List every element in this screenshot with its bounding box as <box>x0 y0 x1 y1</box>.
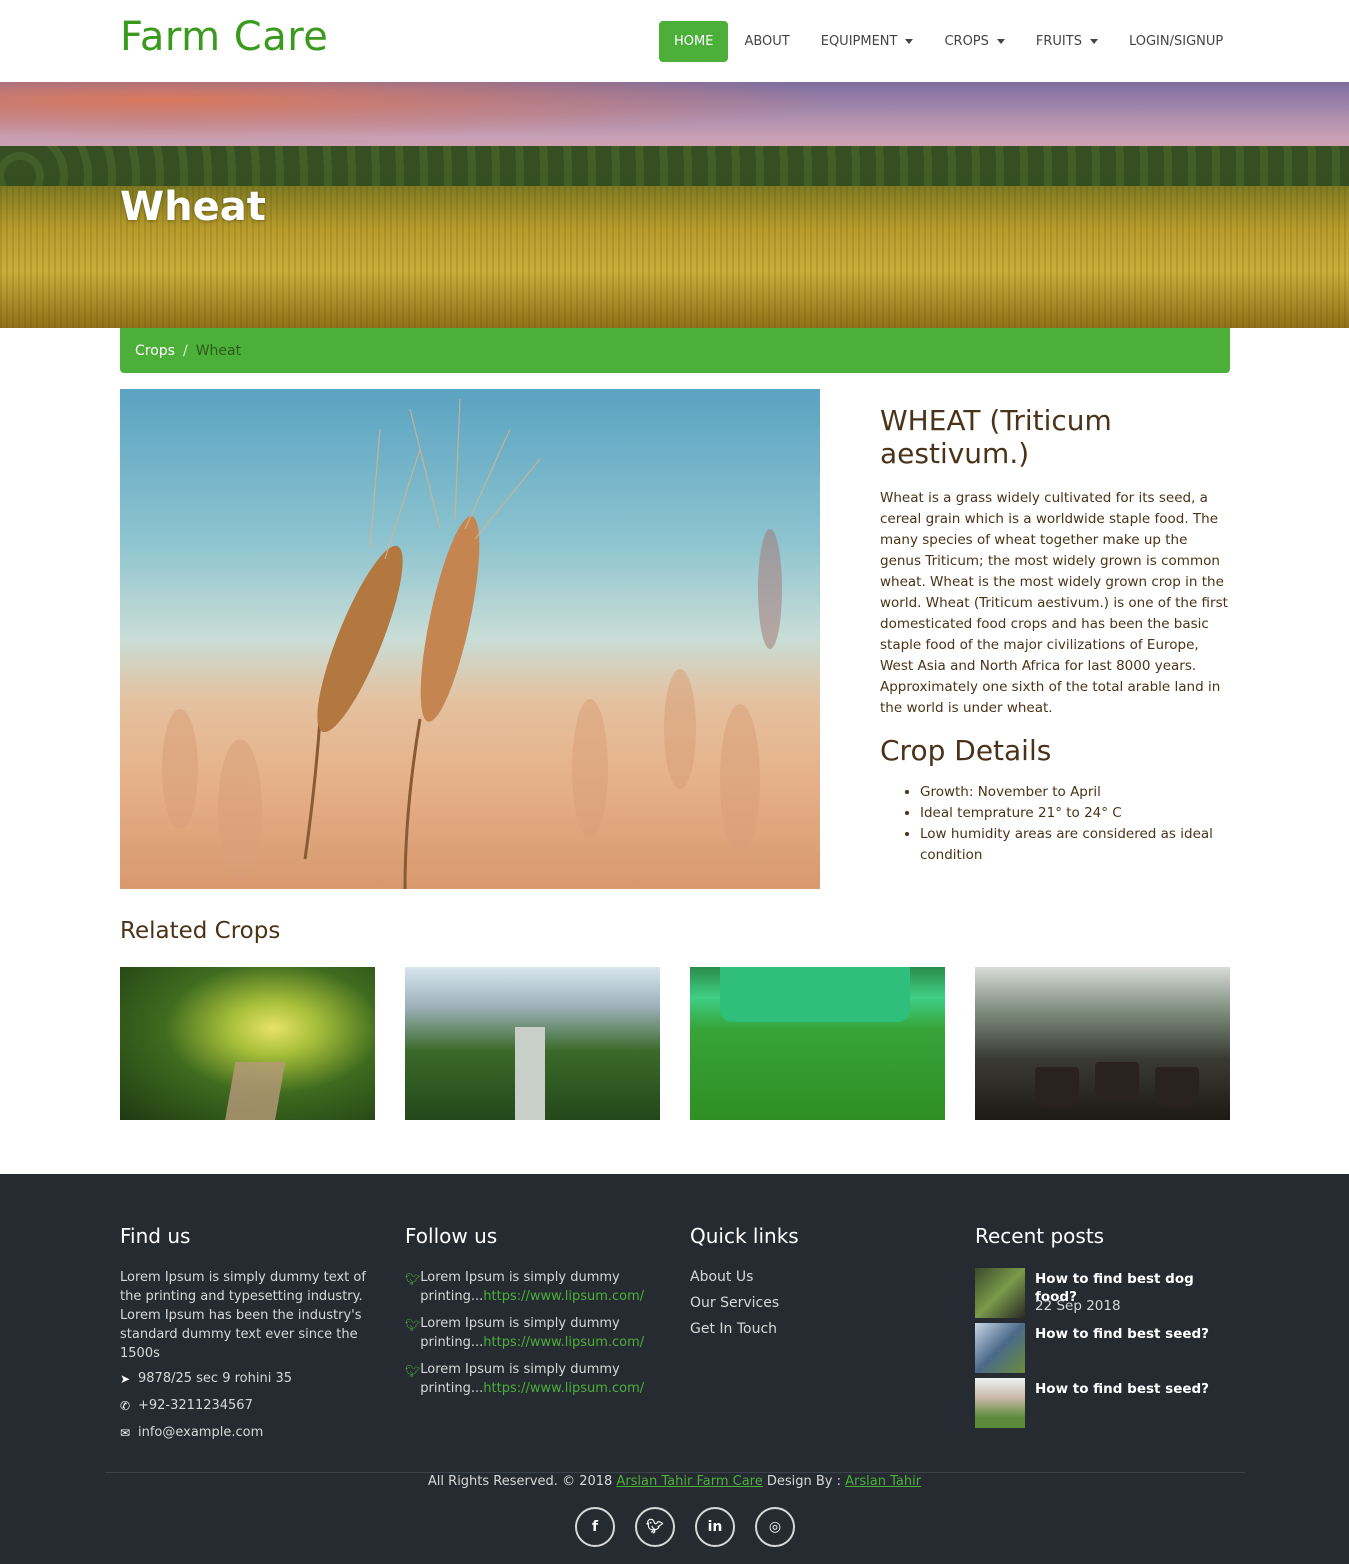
related-crop-thumbnail[interactable] <box>405 967 660 1120</box>
caret-down-icon <box>1089 39 1098 44</box>
footer-recent-posts-title: Recent posts <box>975 1224 1105 1248</box>
twitter-icon: 🐦︎ <box>405 1318 421 1332</box>
nav-fruits-label: FRUITS <box>1035 34 1082 49</box>
hero-banner: Wheat <box>0 82 1349 328</box>
tweet-item: 🐦︎ Lorem Ipsum is simply dummy printing.… <box>405 1314 665 1352</box>
footer-quick-links-title: Quick links <box>690 1224 799 1248</box>
list-item: Growth: November to April <box>920 782 1235 803</box>
nav-home[interactable]: HOME <box>659 21 729 62</box>
site-header: Farm Care HOME ABOUT EQUIPMENT CROPS FRU… <box>0 0 1349 82</box>
nav-about[interactable]: ABOUT <box>729 21 804 62</box>
crop-title: WHEAT (Triticum aestivum.) <box>880 404 1112 470</box>
hero-title: Wheat <box>120 184 266 230</box>
footer-follow-us-title: Follow us <box>405 1224 498 1248</box>
crop-description: Wheat is a grass widely cultivated for i… <box>880 490 1228 716</box>
wheat-image <box>120 389 820 889</box>
post-date: 22 Sep 2018 <box>1035 1298 1121 1314</box>
thumbnail-aisle <box>515 1027 545 1120</box>
quick-link-about-us[interactable]: About Us <box>690 1269 753 1285</box>
nav-crops[interactable]: CROPS <box>929 21 1019 62</box>
nav-home-label: HOME <box>674 34 714 49</box>
tweet-link[interactable]: https://www.lipsum.com/ <box>483 1289 644 1304</box>
designer-link[interactable]: Arslan Tahir <box>845 1474 921 1489</box>
caret-down-icon <box>905 39 914 44</box>
quick-link-get-in-touch[interactable]: Get In Touch <box>690 1321 777 1337</box>
wheat-illustration <box>120 398 820 889</box>
nav-equipment[interactable]: EQUIPMENT <box>806 21 929 62</box>
nav-login-label: LOGIN/SIGNUP <box>1128 34 1224 49</box>
post-title: How to find best seed? <box>1035 1381 1210 1397</box>
footer-find-us-text: Lorem Ipsum is simply dummy text of the … <box>120 1270 366 1361</box>
footer-email-text: info@example.com <box>138 1425 264 1440</box>
post-thumbnail <box>975 1378 1025 1428</box>
linkedin-icon[interactable]: in <box>695 1507 735 1547</box>
thumbnail-pot <box>1155 1067 1199 1107</box>
caret-down-icon <box>996 39 1005 44</box>
list-item: Ideal temprature 21° to 24° C <box>920 803 1235 824</box>
breadcrumb-separator: / <box>182 342 188 359</box>
facebook-icon[interactable]: f <box>575 1507 615 1547</box>
related-crop-thumbnail[interactable] <box>690 967 945 1120</box>
nav-crops-label: CROPS <box>944 34 989 49</box>
location-arrow-icon: ➤ <box>120 1371 131 1386</box>
nav-fruits[interactable]: FRUITS <box>1021 21 1113 62</box>
brand-logo[interactable]: Farm Care <box>120 14 328 60</box>
envelope-icon: ✉ <box>120 1425 131 1440</box>
tweet-item: 🐦︎ Lorem Ipsum is simply dummy printing.… <box>405 1360 665 1398</box>
twitter-icon[interactable]: 🐦︎ <box>635 1507 675 1547</box>
related-crop-thumbnail[interactable] <box>120 967 375 1120</box>
post-title: How to find best seed? <box>1035 1326 1210 1342</box>
nav-about-label: ABOUT <box>744 34 790 49</box>
social-links: f 🐦︎ in ◎ <box>575 1507 815 1547</box>
crop-details-title: Crop Details <box>880 734 1052 767</box>
breadcrumb-current: Wheat <box>195 342 242 359</box>
design-by-label: Design By : <box>766 1474 842 1489</box>
thumbnail-path <box>224 1062 286 1120</box>
footer-phone-text: +92-3211234567 <box>138 1398 253 1413</box>
thumbnail-pot <box>1035 1067 1079 1107</box>
crop-details-list: Growth: November to April Ideal tempratu… <box>920 782 1235 866</box>
tweet-link[interactable]: https://www.lipsum.com/ <box>483 1335 644 1350</box>
copyright-text: All Rights Reserved. © 2018 Arslan Tahir… <box>0 1474 1349 1489</box>
related-crop-thumbnail[interactable] <box>975 967 1230 1120</box>
footer-email[interactable]: ✉ info@example.com <box>120 1425 263 1440</box>
post-thumbnail <box>975 1323 1025 1373</box>
breadcrumb: Crops / Wheat <box>120 328 1230 373</box>
site-footer: Find us Lorem Ipsum is simply dummy text… <box>0 1174 1349 1564</box>
related-crops-title: Related Crops <box>120 918 281 944</box>
tweet-link[interactable]: https://www.lipsum.com/ <box>483 1381 644 1396</box>
footer-address-text: 9878/25 sec 9 rohini 35 <box>138 1371 292 1386</box>
thumbnail-mower <box>720 967 910 1022</box>
twitter-icon: 🐦︎ <box>405 1272 421 1286</box>
footer-address: ➤ 9878/25 sec 9 rohini 35 <box>120 1371 292 1386</box>
nav-login-signup[interactable]: LOGIN/SIGNUP <box>1114 21 1238 62</box>
phone-icon: ✆ <box>120 1398 131 1413</box>
recent-post[interactable]: How to find best seed? <box>975 1378 1235 1428</box>
footer-phone: ✆ +92-3211234567 <box>120 1398 253 1413</box>
company-link[interactable]: Arslan Tahir Farm Care <box>616 1474 762 1489</box>
thumbnail-pot <box>1095 1062 1139 1102</box>
quick-link-our-services[interactable]: Our Services <box>690 1295 779 1311</box>
post-thumbnail <box>975 1268 1025 1318</box>
nav-equipment-label: EQUIPMENT <box>820 34 898 49</box>
breadcrumb-crops-link[interactable]: Crops <box>135 343 175 359</box>
copyright-prefix: All Rights Reserved. © 2018 <box>427 1474 613 1489</box>
recent-post[interactable]: How to find best seed? <box>975 1323 1235 1373</box>
footer-divider <box>105 1472 1245 1473</box>
footer-find-us-title: Find us <box>120 1224 191 1248</box>
tweet-item: 🐦︎ Lorem Ipsum is simply dummy printing.… <box>405 1268 665 1306</box>
instagram-icon[interactable]: ◎ <box>755 1507 795 1547</box>
main-nav: HOME ABOUT EQUIPMENT CROPS FRUITS LOGIN/… <box>659 21 1239 62</box>
twitter-icon: 🐦︎ <box>405 1364 421 1378</box>
list-item: Low humidity areas are considered as ide… <box>920 824 1235 866</box>
